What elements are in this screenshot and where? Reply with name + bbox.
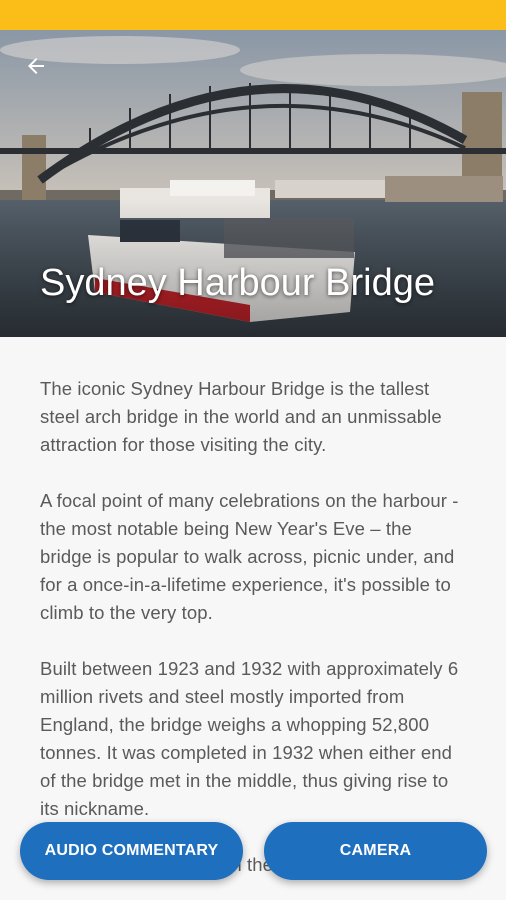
- status-bar: [0, 0, 506, 30]
- camera-button[interactable]: CAMERA: [264, 822, 487, 880]
- description-paragraph: Built between 1923 and 1932 with approxi…: [40, 658, 459, 819]
- arrow-left-icon: [28, 58, 44, 74]
- page-title: Sydney Harbour Bridge: [40, 262, 435, 304]
- description-content[interactable]: The iconic Sydney Harbour Bridge is the …: [0, 337, 506, 900]
- description-paragraph: A focal point of many celebrations on th…: [40, 490, 459, 623]
- audio-commentary-button[interactable]: AUDIO COMMENTARY: [20, 822, 243, 880]
- back-button[interactable]: [20, 50, 52, 82]
- description-paragraph: The iconic Sydney Harbour Bridge is the …: [40, 378, 442, 455]
